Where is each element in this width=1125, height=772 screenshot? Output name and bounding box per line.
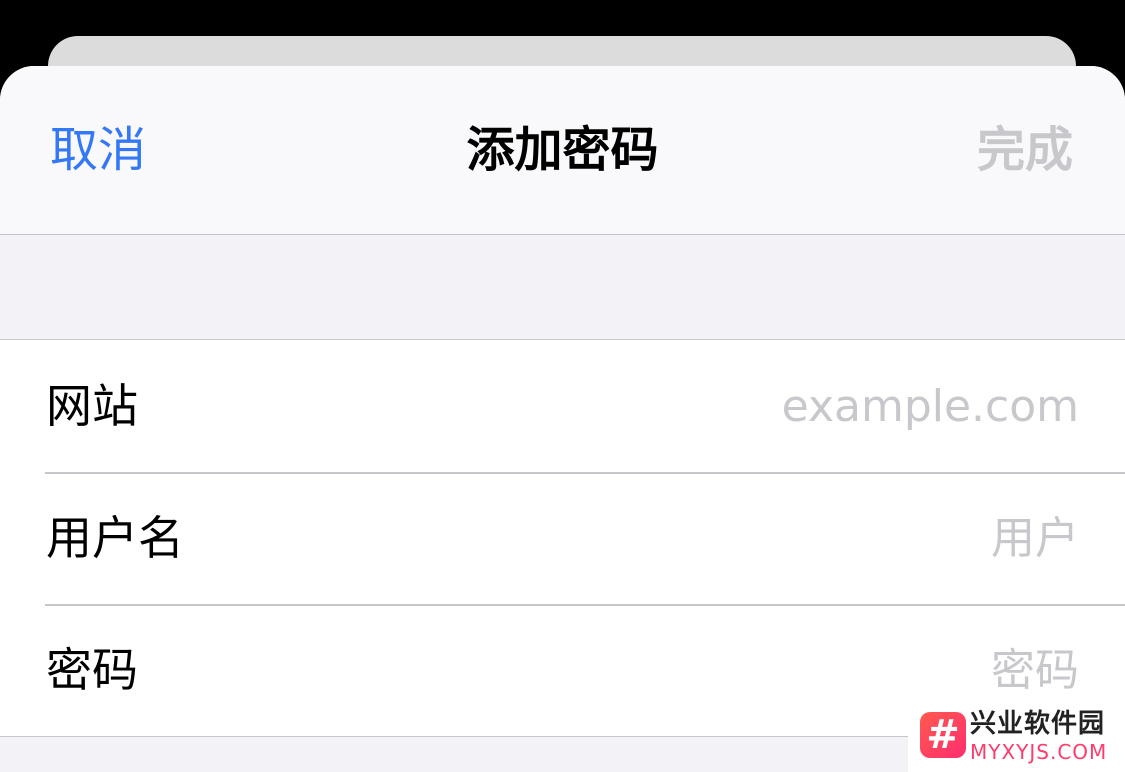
website-row[interactable]: 网站: [0, 340, 1125, 472]
screen: 取消 添加密码 完成 网站 用户名 密码 # 兴业软件园 MYXYJS.COM: [0, 0, 1125, 772]
username-label: 用户名: [46, 511, 184, 565]
username-row[interactable]: 用户名: [0, 472, 1125, 604]
username-input[interactable]: [459, 505, 1079, 571]
add-password-sheet: 取消 添加密码 完成 网站 用户名 密码: [0, 66, 1125, 772]
password-input[interactable]: [459, 637, 1079, 703]
credentials-form: 网站 用户名 密码: [0, 339, 1125, 737]
website-input[interactable]: [459, 373, 1079, 439]
watermark: # 兴业软件园 MYXYJS.COM: [908, 700, 1125, 772]
page-title: 添加密码: [466, 122, 659, 178]
watermark-name: 兴业软件园: [970, 709, 1106, 739]
hash-logo-icon: #: [920, 712, 966, 758]
password-label: 密码: [46, 643, 138, 697]
done-button[interactable]: 完成: [977, 119, 1073, 181]
watermark-domain: MYXYJS.COM: [970, 740, 1108, 764]
website-label: 网站: [46, 379, 138, 433]
navigation-bar: 取消 添加密码 完成: [0, 66, 1125, 235]
